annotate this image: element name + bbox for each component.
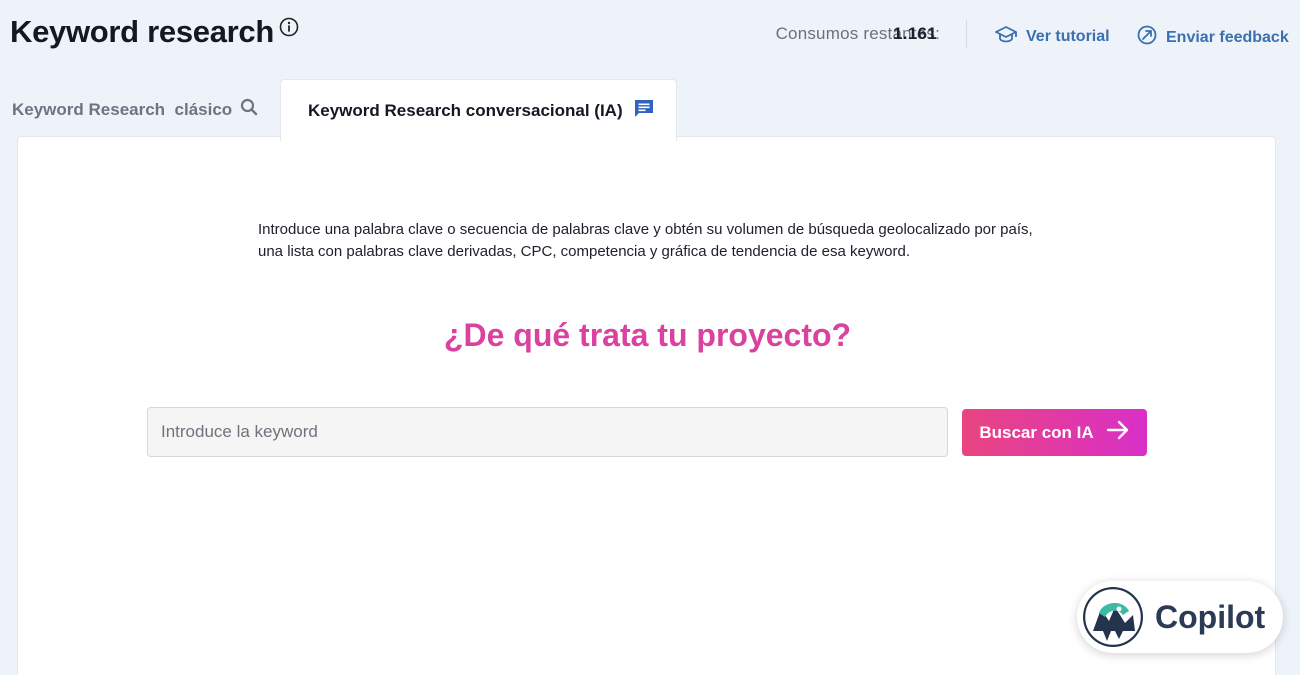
feedback-icon	[1136, 24, 1166, 51]
project-question: ¿De qué trata tu proyecto?	[443, 317, 852, 353]
tab-ai-label: Keyword Research conversacional (IA)	[308, 100, 623, 120]
feedback-link[interactable]: Enviar feedback	[1136, 24, 1289, 51]
page-header: Keyword research Consumos restantes: 1.1…	[0, 0, 1300, 70]
copilot-avatar-icon	[1083, 587, 1143, 647]
consumos-value: 1.161	[893, 24, 938, 43]
copilot-widget[interactable]: Copilot	[1077, 581, 1283, 653]
keyword-input[interactable]	[147, 407, 948, 457]
keyword-research-page: Keyword research Consumos restantes: 1.1…	[0, 0, 1300, 675]
tutorial-label: Ver tutorial	[1026, 27, 1110, 45]
page-title: Keyword research	[10, 14, 274, 49]
tutorial-link[interactable]: Ver tutorial	[994, 24, 1110, 49]
copilot-label: Copilot	[1155, 598, 1266, 635]
chat-icon	[623, 97, 655, 124]
description-text: Introduce una palabra clave o secuencia …	[258, 221, 1033, 260]
feedback-label: Enviar feedback	[1166, 28, 1289, 46]
header-divider	[966, 20, 967, 48]
tab-ai[interactable]: Keyword Research conversacional (IA)	[280, 79, 677, 141]
search-ai-label: Buscar con IA	[979, 422, 1094, 442]
arrow-right-icon	[1094, 420, 1130, 445]
info-icon[interactable]	[279, 17, 299, 37]
search-icon	[232, 98, 258, 121]
tab-classic-label: Keyword Research clásico	[12, 99, 233, 119]
search-ai-button[interactable]: Buscar con IA	[962, 409, 1147, 456]
tab-classic[interactable]: Keyword Research clásico	[12, 98, 258, 121]
graduation-cap-icon	[994, 24, 1026, 49]
